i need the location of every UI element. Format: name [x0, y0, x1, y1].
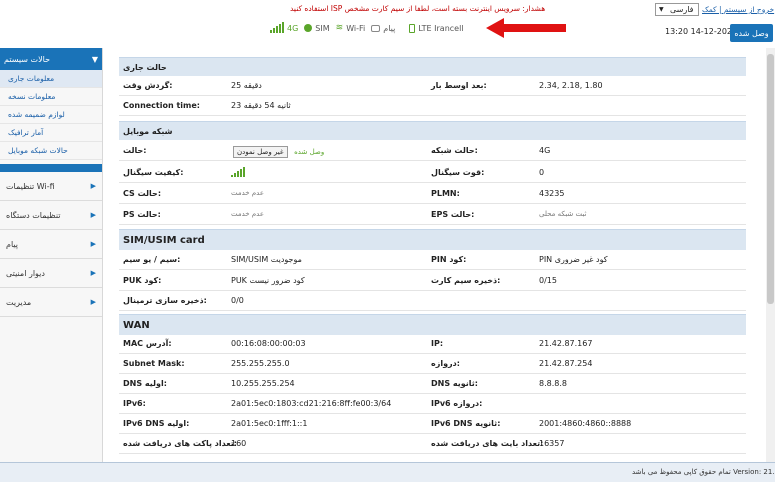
red-arrow-annotation	[486, 18, 566, 38]
main-content: حالت جاری گردش وقت: 25 دقیقه بعد اوسط با…	[104, 48, 766, 462]
table-row: Subnet Mask: 255.255.255.0 دروازه: 21.42…	[119, 355, 746, 374]
phone-icon	[409, 23, 416, 33]
signal-quality-icon	[231, 167, 245, 177]
disconnect-button[interactable]: غیر وصل نمودن	[233, 146, 288, 158]
chevron-right-icon: ▶	[90, 269, 96, 277]
sidebar-item-current-info[interactable]: معلومات جاری	[0, 70, 102, 88]
sidebar-item-attached-devices[interactable]: لوازم ضمیمه شده	[0, 106, 102, 124]
section-wan: WAN	[119, 314, 746, 335]
wifi-icon: ≋	[335, 23, 344, 33]
sidebar-section-management[interactable]: مدیریت ▶	[0, 288, 102, 317]
chevron-right-icon: ▶	[90, 298, 96, 306]
chevron-right-icon: ▶	[90, 182, 96, 190]
sidebar-head-system-status[interactable]: حالات سیستم ▼	[0, 48, 102, 70]
table-row: سیم / یو سیم: SIM/USIM موجودیت PIN کود: …	[119, 251, 746, 270]
footer-version: تمام حقوق کاپی محفوظ می باشد Version: 21…	[632, 468, 775, 476]
sidebar: حالات سیستم ▼ معلومات جاری معلومات نسخه …	[0, 48, 103, 462]
table-row: کیفیت سیگنال: قوت سیگنال: 0	[119, 164, 746, 183]
table-row: ذخیره سازی ترمینال: 0/0	[119, 292, 746, 311]
footer: تمام حقوق کاپی محفوظ می باشد Version: 21…	[0, 462, 775, 482]
network-status: 4G	[270, 22, 298, 33]
sidebar-section-sms[interactable]: پیام ▶	[0, 230, 102, 259]
table-row: DNS اولیه: 10.255.255.254 DNS ثانویه: 8.…	[119, 375, 746, 394]
sidebar-item-mobile-status[interactable]: حالات شبکه موبایل	[0, 142, 102, 160]
sidebar-section-firewall[interactable]: دیوار امنیتی ▶	[0, 259, 102, 288]
section-mobile-network: شبکه موبایل	[119, 121, 746, 140]
vertical-scrollbar[interactable]	[766, 48, 775, 462]
message-icon	[371, 24, 381, 32]
table-row: MAC آدرس: 00:16:08:00:00:03 IP: 21.42.87…	[119, 335, 746, 354]
table-row: گردش وقت: 25 دقیقه بعد اوسط بار: 2.34, 2…	[119, 77, 746, 96]
connection-state: وصل شده	[294, 148, 325, 156]
sim-icon	[304, 24, 313, 32]
chevron-down-icon: ▼	[91, 54, 98, 64]
table-row: IPv6 DNS اولیه: 2a01:5ec0:1fff:1::1 IPv6…	[119, 415, 746, 434]
header: ▼ فارسی خروج از سیستم | کمک استفاده کنید…	[0, 0, 775, 44]
sidebar-section-wifi[interactable]: تنظیمات Wi-fi ▶	[0, 172, 102, 201]
sidebar-item-version-info[interactable]: معلومات نسخه	[0, 88, 102, 106]
operator-status: LTE Irancell	[409, 23, 464, 33]
signal-bars-icon	[270, 22, 284, 33]
status-bar: 4G SIM ≋ Wi-Fi پیام LTE Irancell	[270, 21, 464, 35]
table-row: IPv6: 2a01:5ec0:1803:cd21:216:8ff:fe00:3…	[119, 395, 746, 414]
table-row: PUK کود: PUK کود ضرور نیست ذخیره سیم کار…	[119, 272, 746, 291]
scrollbar-thumb[interactable]	[767, 54, 774, 304]
wifi-status: ≋ Wi-Fi	[335, 23, 366, 33]
sms-status[interactable]: پیام	[371, 24, 395, 33]
sidebar-divider	[0, 164, 102, 172]
logout-link[interactable]: خروج از سیستم | کمک	[702, 5, 774, 14]
section-current-status: حالت جاری	[119, 57, 746, 76]
table-row: حالت: غیر وصل نمودن وصل شده حالت شبکه: 4…	[119, 142, 746, 161]
isp-warning: استفاده کنید ISP هشدار: سرویس اینترنت بس…	[290, 4, 546, 13]
table-row: تعداد پاکت های دریافت شده: 160 تعداد بای…	[119, 435, 746, 454]
chevron-right-icon: ▶	[90, 240, 96, 248]
table-row: Connection time: 23 ثانیه 54 دقیقه	[119, 97, 746, 116]
sim-status: SIM	[304, 24, 330, 33]
section-sim-card: SIM/USIM card	[119, 229, 746, 250]
table-row: PS حالت: عدم خدمت EPS حالت: ثبت شبکه محل…	[119, 206, 746, 225]
chevron-right-icon: ▶	[90, 211, 96, 219]
language-select[interactable]: ▼ فارسی	[655, 3, 699, 16]
table-row: CS حالت: عدم خدمت PLMN: 43235	[119, 185, 746, 204]
connect-button[interactable]: وصل شده	[730, 24, 773, 42]
chevron-down-icon: ▼	[659, 6, 664, 13]
datetime: 13:20 14-12-2021	[665, 27, 738, 36]
sidebar-item-traffic-stats[interactable]: آمار ترافیک	[0, 124, 102, 142]
sidebar-section-device[interactable]: تنظیمات دستگاه ▶	[0, 201, 102, 230]
